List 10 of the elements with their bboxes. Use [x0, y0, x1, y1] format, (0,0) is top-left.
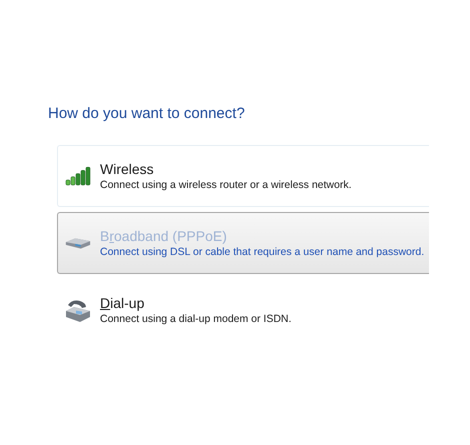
option-title: Broadband (PPPoE) [100, 226, 228, 244]
option-title: Dial-up [100, 294, 146, 312]
connection-option[interactable]: Wireless Connect using a wireless router or a wireless network. [57, 144, 429, 206]
option-title: Wireless [100, 160, 155, 178]
signal-bars-icon [65, 166, 91, 186]
connection-option[interactable]: Broadband (PPPoE) Connect using DSL or cable that requires a user name and password. [57, 212, 429, 274]
option-description: Connect using DSL or cable that requires a user name and password. [100, 244, 424, 258]
option-description: Connect using a wireless router or a wireless network. [100, 178, 352, 192]
option-description: Connect using a dial-up modem or ISDN. [100, 312, 292, 326]
page-heading: How do you want to connect? [48, 104, 246, 124]
